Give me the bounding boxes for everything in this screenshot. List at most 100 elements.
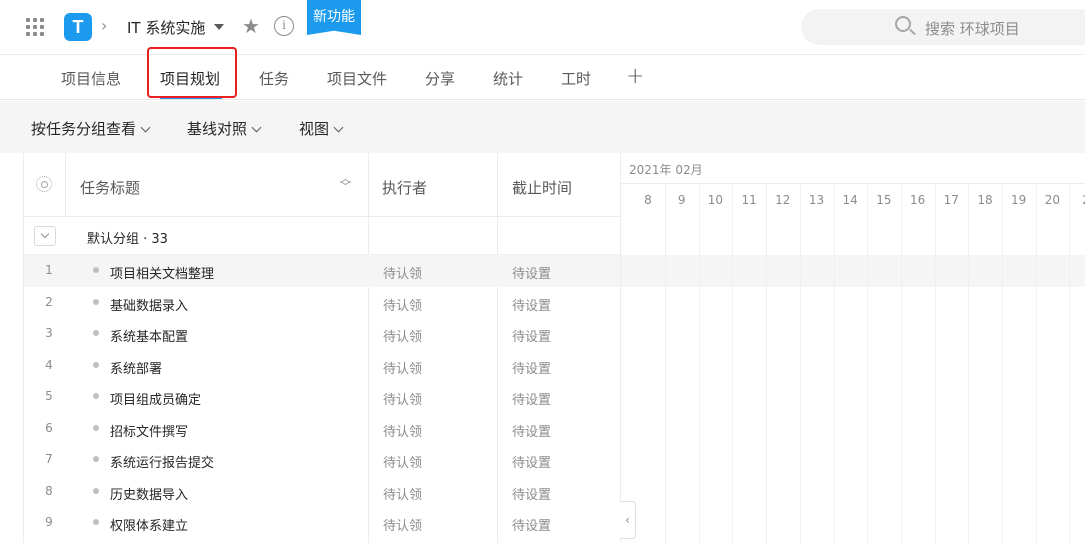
column-divider: [65, 153, 66, 217]
gantt-grid-line: [968, 183, 970, 543]
row-number: 8: [45, 483, 53, 498]
add-tab-icon[interactable]: +: [626, 64, 644, 89]
tab-share[interactable]: 分享: [425, 68, 455, 89]
task-title[interactable]: 项目相关文档整理: [110, 263, 214, 282]
task-title[interactable]: 权限体系建立: [110, 515, 188, 534]
gantt-day-label: 18: [977, 193, 993, 207]
chevron-down-icon: [333, 122, 344, 133]
task-title[interactable]: 历史数据导入: [110, 484, 188, 503]
task-deadline[interactable]: 待设置: [512, 358, 551, 377]
gantt-day-label: 10: [707, 193, 724, 207]
task-title[interactable]: 项目组成员确定: [110, 389, 201, 408]
task-assignee[interactable]: 待认领: [383, 389, 422, 408]
status-dot-icon: [93, 487, 99, 494]
gantt-month-label: 2021年 02月: [629, 163, 703, 177]
gantt-day-label: 15: [876, 193, 892, 207]
task-assignee[interactable]: 待认领: [383, 452, 422, 471]
view-label: 视图: [299, 120, 330, 138]
info-icon[interactable]: i: [274, 16, 294, 36]
table-row[interactable]: 6 招标文件撰写 待认领 待设置: [24, 413, 620, 445]
collapse-gantt-icon[interactable]: ‹: [620, 501, 636, 539]
table-row[interactable]: 5 项目组成员确定 待认领 待设置: [24, 381, 620, 413]
star-icon[interactable]: ★: [242, 14, 260, 38]
status-dot-icon: [93, 519, 99, 525]
column-header-title[interactable]: 任务标题: [80, 177, 140, 198]
task-deadline[interactable]: 待设置: [512, 452, 551, 471]
caret-down-icon[interactable]: [214, 24, 224, 30]
gantt-grid-line: [1069, 183, 1071, 543]
gantt-day-label: 2: [1069, 193, 1085, 207]
gantt-day-label: 16: [909, 193, 926, 207]
row-number: 1: [45, 263, 53, 277]
settings-icon[interactable]: [36, 176, 52, 192]
tab-project-files[interactable]: 项目文件: [327, 68, 387, 89]
gantt-day-label: 9: [677, 193, 686, 207]
row-number: 9: [45, 515, 53, 529]
project-name[interactable]: IT 系统实施: [127, 17, 205, 38]
table-row[interactable]: 1 项目相关文档整理 待认领 待设置: [24, 255, 1085, 287]
gantt-day-label: 13: [808, 193, 825, 207]
group-by-dropdown[interactable]: 按任务分组查看: [31, 118, 151, 139]
table-row[interactable]: 7 系统运行报告提交 待认领 待设置: [24, 444, 620, 476]
view-dropdown[interactable]: 视图: [299, 118, 344, 139]
collapse-all-icon[interactable]: ︿ ﹀: [340, 173, 351, 192]
chevron-right-icon: ›: [101, 16, 108, 35]
gantt-grid-line: [934, 183, 936, 543]
app-logo[interactable]: T: [64, 13, 92, 41]
baseline-dropdown[interactable]: 基线对照: [187, 118, 262, 139]
column-header-deadline[interactable]: 截止时间: [512, 177, 572, 198]
gantt-grid-line: [799, 183, 801, 543]
task-deadline[interactable]: 待设置: [512, 263, 551, 282]
task-deadline[interactable]: 待设置: [512, 295, 551, 314]
status-dot-icon: [93, 267, 99, 273]
task-deadline[interactable]: 待设置: [512, 484, 551, 503]
task-assignee[interactable]: 待认领: [383, 421, 422, 440]
tab-project-info[interactable]: 项目信息: [61, 68, 121, 89]
table-row[interactable]: 9 权限体系建立 待认领 待设置: [24, 507, 620, 539]
column-header-assignee[interactable]: 执行者: [382, 177, 427, 198]
row-number: 7: [45, 452, 53, 466]
task-deadline[interactable]: 待设置: [512, 421, 551, 440]
tab-statistics[interactable]: 统计: [493, 68, 523, 89]
app-grid-icon[interactable]: [26, 18, 44, 36]
task-deadline[interactable]: 待设置: [512, 326, 551, 345]
table-row[interactable]: 2 基础数据录入 待认领 待设置: [24, 287, 620, 319]
task-assignee[interactable]: 待认领: [383, 515, 422, 534]
group-by-label: 按任务分组查看: [31, 120, 137, 138]
task-assignee[interactable]: 待认领: [383, 358, 422, 377]
tab-tasks[interactable]: 任务: [259, 68, 289, 89]
search-icon: [895, 16, 911, 32]
task-title[interactable]: 系统运行报告提交: [110, 452, 214, 471]
new-feature-badge[interactable]: 新功能: [307, 0, 361, 35]
task-deadline[interactable]: 待设置: [512, 515, 551, 534]
task-assignee[interactable]: 待认领: [383, 484, 422, 503]
task-deadline[interactable]: 待设置: [512, 389, 551, 408]
gantt-grid-line: [665, 183, 666, 543]
chevron-down-icon: [251, 122, 262, 133]
task-title[interactable]: 系统部署: [110, 358, 162, 377]
task-assignee[interactable]: 待认领: [383, 295, 422, 314]
gantt-grid-line: [698, 183, 700, 543]
search-input[interactable]: 搜索 环球项目: [925, 18, 1020, 39]
row-number: 3: [45, 326, 53, 340]
tab-work-hours[interactable]: 工时: [561, 68, 591, 89]
status-dot-icon: [93, 456, 99, 462]
chevron-down-icon[interactable]: [34, 226, 56, 246]
gantt-grid-line: [867, 183, 869, 543]
chevron-down-icon: [140, 122, 151, 133]
task-assignee[interactable]: 待认领: [383, 263, 422, 282]
task-group-row[interactable]: 默认分组 · 33: [24, 217, 620, 255]
task-title[interactable]: 基础数据录入: [110, 295, 188, 314]
table-row[interactable]: 8 历史数据导入 待认领 待设置: [24, 476, 620, 508]
gantt-day-label: 17: [943, 193, 959, 207]
gantt-divider: [620, 153, 621, 543]
table-row[interactable]: 4 系统部署 待认领 待设置: [24, 350, 620, 382]
task-title[interactable]: 系统基本配置: [110, 326, 188, 345]
task-title[interactable]: 招标文件撰写: [110, 421, 188, 440]
gantt-grid-line: [732, 183, 734, 543]
table-row[interactable]: 3 系统基本配置 待认领 待设置: [24, 318, 620, 350]
task-assignee[interactable]: 待认领: [383, 326, 422, 345]
gantt-grid-line: [1035, 183, 1037, 543]
gantt-day-label: 14: [842, 193, 858, 207]
gantt-day-label: 11: [741, 193, 757, 207]
